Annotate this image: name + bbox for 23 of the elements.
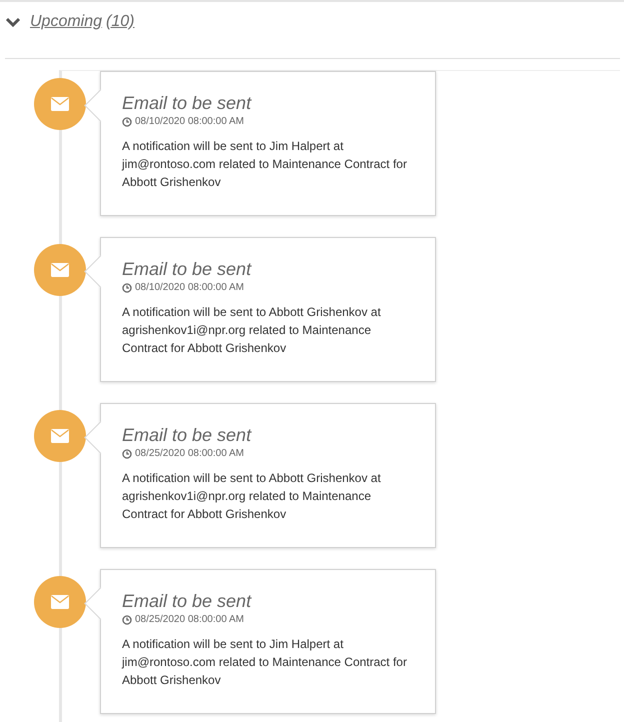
section-toggle[interactable]: Upcoming (10) (30, 13, 134, 31)
event-time: 08/10/2020 08:00:00 AM (135, 282, 244, 293)
event-title: Email to be sent (122, 424, 253, 446)
event-description: A notification will be sent to Abbott Grishenkov at agrishenkov1i@npr.org related to Maintenance Contract for Abbott Grishenkov (122, 470, 382, 523)
clock-icon (122, 614, 132, 624)
envelope-icon (51, 97, 69, 111)
event-time: 08/10/2020 08:00:00 AM (135, 116, 244, 127)
clock-icon (122, 448, 132, 458)
event-description: A notification will be sent to Abbott Grishenkov at agrishenkov1i@npr.org related to Maintenance Contract for Abbott Grishenkov (122, 304, 382, 357)
event-time: 08/25/2020 08:00:00 AM (135, 614, 244, 625)
event-title: Email to be sent (122, 92, 253, 114)
clock-icon (122, 116, 132, 126)
event-time: 08/25/2020 08:00:00 AM (135, 448, 244, 459)
section-count: (10) (106, 13, 134, 31)
envelope-icon (51, 595, 69, 609)
event-description: A notification will be sent to Jim Halpert at jim@rontoso.com related to Maintenance Contract for Abbott Grishenkov (122, 636, 407, 689)
event-description: A notification will be sent to Jim Halpert at jim@rontoso.com related to Maintenance Contract for Abbott Grishenkov (122, 138, 407, 191)
envelope-icon (51, 429, 69, 443)
section-label: Upcoming (30, 13, 102, 31)
event-title: Email to be sent (122, 590, 253, 612)
clock-icon (122, 282, 132, 292)
envelope-icon (51, 263, 69, 277)
event-title: Email to be sent (122, 258, 253, 280)
